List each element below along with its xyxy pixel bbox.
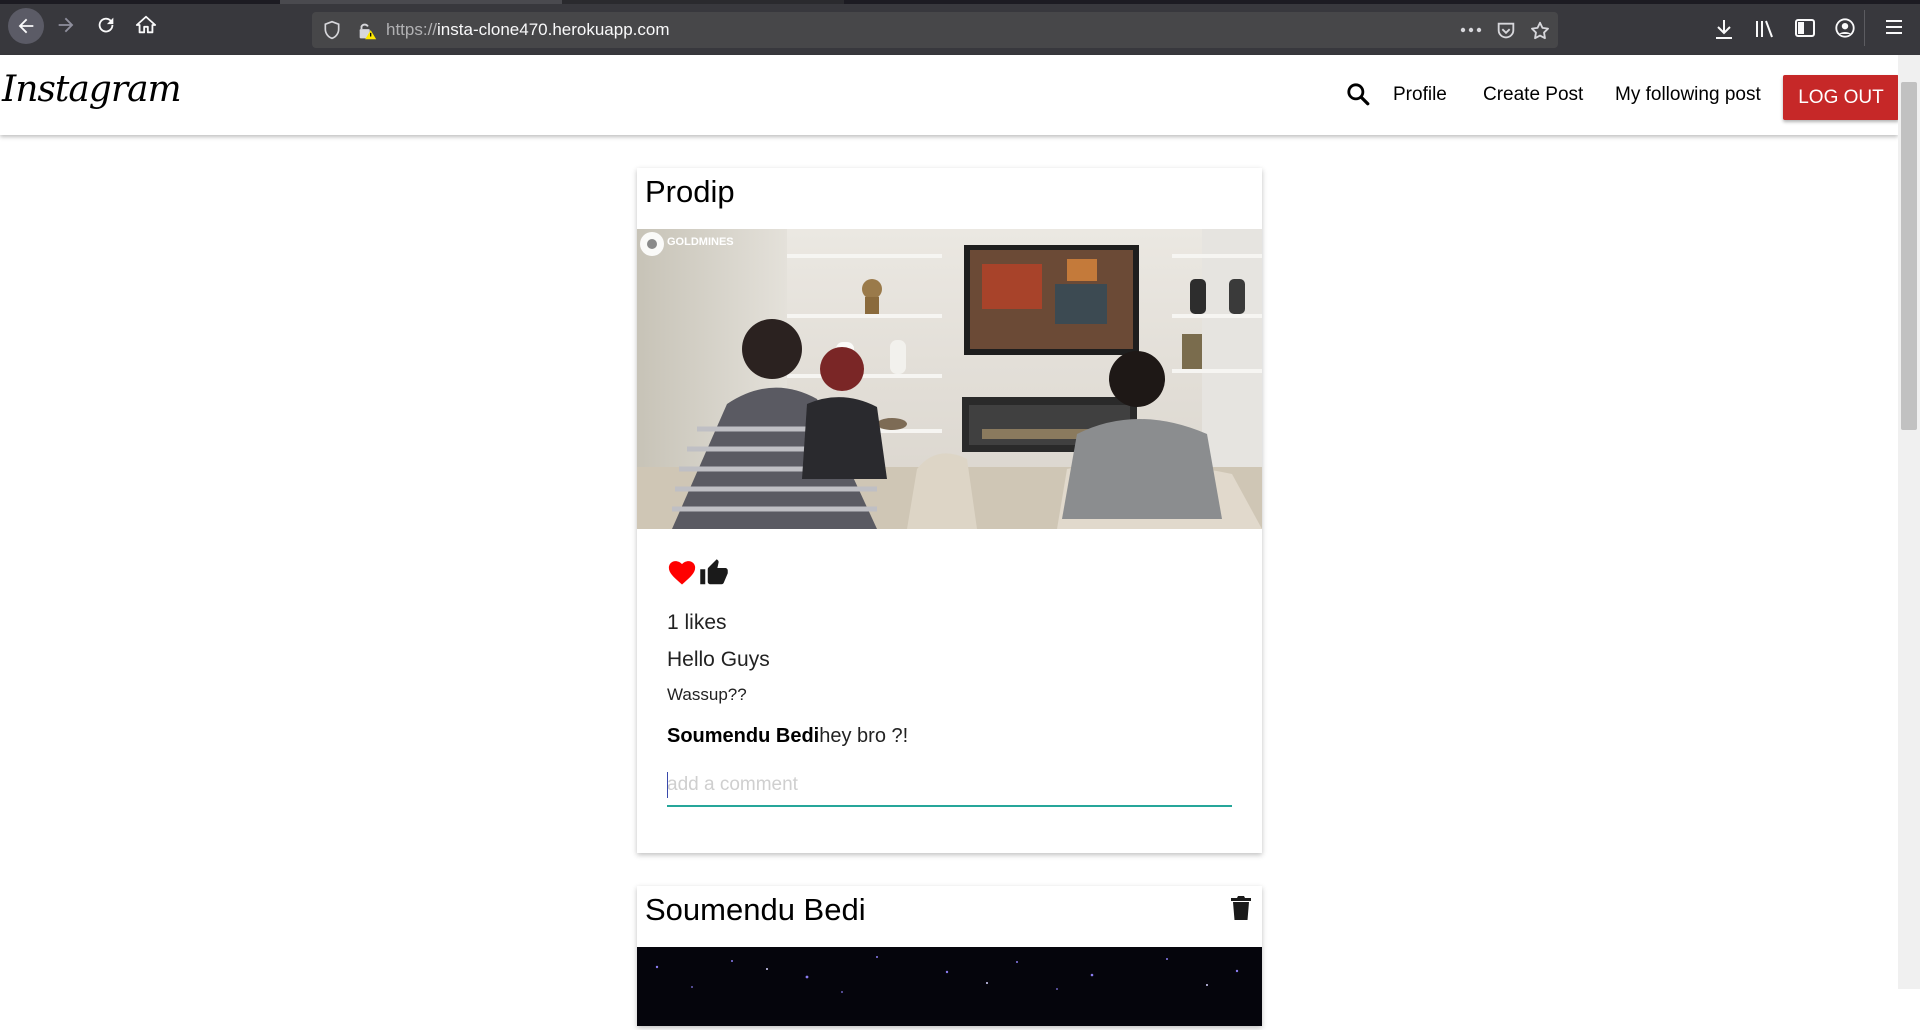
toolbar-divider <box>1864 10 1865 46</box>
living-room-photo: GOLDMINES <box>637 229 1262 529</box>
starfield-image <box>637 947 1262 1026</box>
comment-item: Soumendu Bedihey bro ?! <box>667 725 908 748</box>
browser-toolbar: https://insta-clone470.herokuapp.com <box>0 0 1920 55</box>
nav-link-following-posts[interactable]: My following post <box>1615 84 1761 106</box>
url-host: insta-clone470.herokuapp.com <box>437 20 670 39</box>
forward-button[interactable] <box>52 11 80 39</box>
address-bar[interactable]: https://insta-clone470.herokuapp.com <box>312 12 1558 48</box>
post-card: Prodip GOLDMINES 1 likes Hello Guys Wass… <box>637 168 1262 853</box>
app-navbar: Instagram Profile Create Post My followi… <box>0 55 1899 135</box>
download-icon[interactable] <box>1714 18 1734 40</box>
bookmark-star-icon[interactable] <box>1529 20 1551 42</box>
comment-user: Soumendu Bedi <box>667 725 820 747</box>
trash-icon[interactable] <box>1229 894 1253 922</box>
thumbs-up-icon[interactable] <box>699 558 729 588</box>
post-image <box>637 947 1262 1026</box>
text-caret <box>667 772 668 798</box>
home-button[interactable] <box>132 11 160 39</box>
comment-input[interactable] <box>667 765 1232 807</box>
home-icon <box>135 15 157 34</box>
sidebar-icon[interactable] <box>1794 18 1816 38</box>
menu-hamburger-icon[interactable] <box>1885 19 1903 35</box>
post-author[interactable]: Prodip <box>645 174 735 210</box>
page-scrollbar[interactable] <box>1898 55 1920 989</box>
post-actions <box>667 558 729 588</box>
reload-button[interactable] <box>92 11 120 39</box>
reload-icon <box>98 17 114 33</box>
post-author[interactable]: Soumendu Bedi <box>645 892 866 928</box>
heart-icon[interactable] <box>667 558 697 586</box>
inactive-tab-indicator[interactable] <box>562 0 844 4</box>
url-scheme: https:// <box>386 20 438 39</box>
page-actions-icon[interactable] <box>1460 26 1482 34</box>
scrollbar-thumb[interactable] <box>1901 82 1917 430</box>
post-card: Soumendu Bedi <box>637 886 1262 1026</box>
library-icon[interactable] <box>1754 18 1776 40</box>
likes-count: 1 likes <box>667 611 727 634</box>
tab-strip <box>0 0 1920 4</box>
nav-link-create-post[interactable]: Create Post <box>1483 84 1583 106</box>
account-icon[interactable] <box>1834 17 1856 39</box>
logout-button[interactable]: LOG OUT <box>1783 75 1899 120</box>
post-body: Wassup?? <box>667 685 747 704</box>
url-text[interactable]: https://insta-clone470.herokuapp.com <box>386 20 670 40</box>
post-title: Hello Guys <box>667 648 770 671</box>
active-tab-indicator[interactable] <box>280 0 562 4</box>
image-watermark: GOLDMINES <box>667 236 734 248</box>
nav-link-profile[interactable]: Profile <box>1393 84 1447 106</box>
brand-logo[interactable]: Instagram <box>2 69 182 110</box>
arrow-right-icon <box>58 17 74 33</box>
tracking-protection-icon[interactable] <box>322 20 342 40</box>
comment-text: hey bro ?! <box>819 725 909 747</box>
insecure-lock-icon[interactable] <box>356 20 378 42</box>
post-image: GOLDMINES <box>637 229 1262 529</box>
back-button[interactable] <box>8 8 44 44</box>
search-icon[interactable] <box>1345 81 1371 107</box>
pocket-icon[interactable] <box>1495 20 1517 42</box>
arrow-left-icon <box>18 18 34 34</box>
